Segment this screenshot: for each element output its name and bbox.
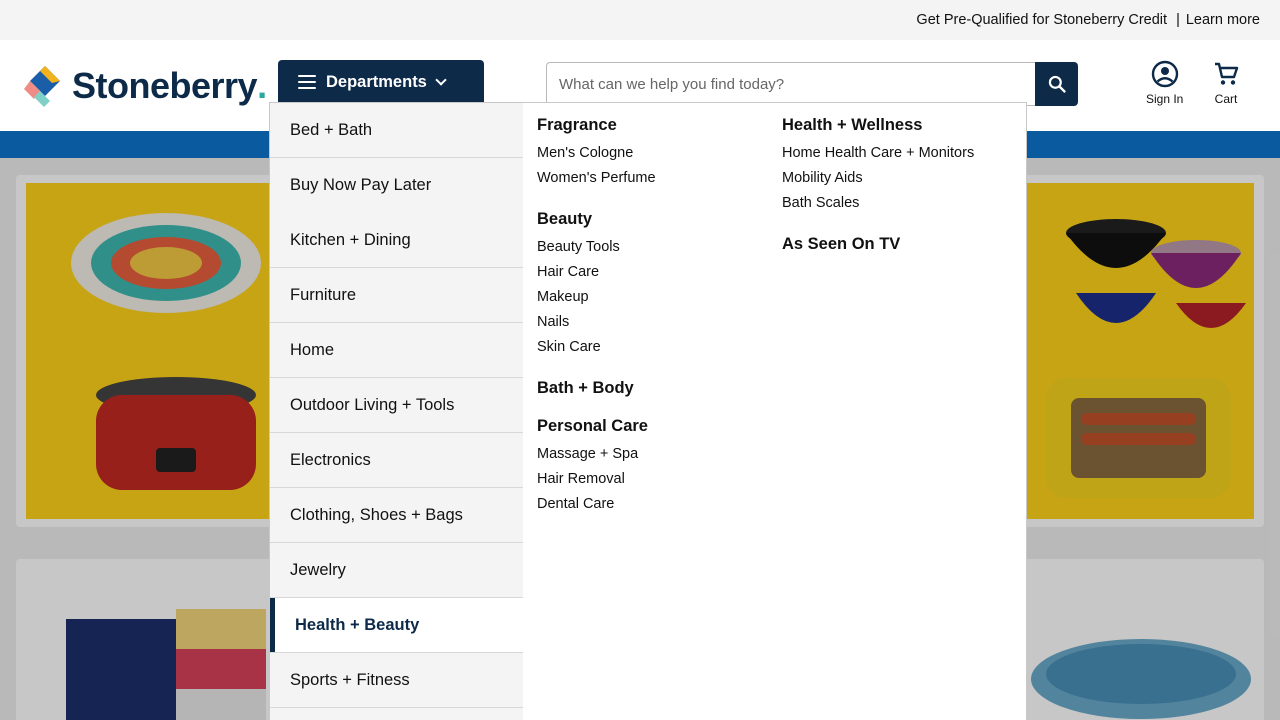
submenu-heading[interactable]: As Seen On TV [782, 234, 974, 254]
search-button[interactable] [1035, 62, 1078, 106]
dept-item-home[interactable]: Home [270, 323, 523, 378]
submenu-heading[interactable]: Bath + Body [537, 378, 656, 398]
submenu-link[interactable]: Skin Care [537, 335, 656, 360]
submenu-link[interactable]: Dental Care [537, 492, 656, 517]
dept-item-bed-bath[interactable]: Bed + Bath [270, 103, 523, 158]
dept-item-sports-fitness[interactable]: Sports + Fitness [270, 653, 523, 708]
search-icon [1048, 75, 1066, 93]
sign-in-button[interactable]: Sign In [1146, 60, 1183, 106]
dept-item-electronics[interactable]: Electronics [270, 433, 523, 488]
departments-label: Departments [326, 72, 427, 91]
logo-mark-icon [24, 66, 60, 107]
submenu-heading[interactable]: Fragrance [537, 115, 656, 135]
submenu-group-health-wellness: Health + Wellness Home Health Care + Mon… [782, 115, 974, 216]
dept-item-furniture[interactable]: Furniture [270, 268, 523, 323]
submenu-heading[interactable]: Beauty [537, 209, 656, 229]
submenu-link[interactable]: Bath Scales [782, 191, 974, 216]
cart-button[interactable]: Cart [1212, 60, 1240, 106]
submenu-heading[interactable]: Health + Wellness [782, 115, 974, 135]
submenu-group-personal-care: Personal Care Massage + Spa Hair Removal… [537, 416, 656, 517]
dept-item-outdoor-living-tools[interactable]: Outdoor Living + Tools [270, 378, 523, 433]
submenu-heading[interactable]: Personal Care [537, 416, 656, 436]
learn-more-link[interactable]: Learn more [1186, 12, 1260, 28]
hamburger-icon [298, 75, 316, 89]
promo-text: Get Pre-Qualified for Stoneberry Credit [916, 12, 1168, 28]
logo-text: Stoneberry [72, 65, 258, 106]
submenu-column-1: Fragrance Men's Cologne Women's Perfume … [537, 115, 656, 535]
submenu-link[interactable]: Home Health Care + Monitors [782, 141, 974, 166]
chevron-down-icon [435, 74, 447, 86]
submenu-link[interactable]: Makeup [537, 285, 656, 310]
dept-item-clothing-shoes-bags[interactable]: Clothing, Shoes + Bags [270, 488, 523, 543]
promo-bar: Get Pre-Qualified for Stoneberry Credit … [0, 0, 1280, 40]
cart-icon [1215, 62, 1239, 85]
departments-mega-menu: Bed + Bath Buy Now Pay Later Kitchen + D… [269, 102, 1027, 720]
dept-item-jewelry[interactable]: Jewelry [270, 543, 523, 598]
search-input[interactable] [546, 62, 1035, 106]
submenu-group-as-seen-on-tv: As Seen On TV [782, 234, 974, 254]
account-circle-icon [1151, 60, 1178, 88]
dept-item-health-beauty[interactable]: Health + Beauty [270, 598, 523, 653]
logo-dot: . [257, 65, 268, 106]
submenu-column-2: Health + Wellness Home Health Care + Mon… [782, 115, 974, 272]
submenu-link[interactable]: Massage + Spa [537, 442, 656, 467]
submenu-group-bath-body: Bath + Body [537, 378, 656, 398]
submenu-link[interactable]: Nails [537, 310, 656, 335]
promo-separator: | [1176, 12, 1180, 28]
departments-button[interactable]: Departments [278, 60, 484, 104]
dept-item-buy-now-pay-later[interactable]: Buy Now Pay Later [270, 158, 523, 213]
sign-in-label: Sign In [1146, 92, 1184, 106]
cart-label: Cart [1214, 92, 1238, 106]
dept-item-kitchen-dining[interactable]: Kitchen + Dining [270, 213, 523, 268]
search-bar [546, 62, 1078, 106]
submenu-link[interactable]: Hair Care [537, 260, 656, 285]
submenu-group-fragrance: Fragrance Men's Cologne Women's Perfume [537, 115, 656, 191]
department-list: Bed + Bath Buy Now Pay Later Kitchen + D… [270, 103, 523, 720]
submenu-group-beauty: Beauty Beauty Tools Hair Care Makeup Nai… [537, 209, 656, 360]
submenu-link[interactable]: Mobility Aids [782, 166, 974, 191]
stoneberry-logo[interactable]: Stoneberry. [24, 64, 267, 108]
submenu-link[interactable]: Beauty Tools [537, 235, 656, 260]
submenu-link[interactable]: Men's Cologne [537, 141, 656, 166]
submenu-link[interactable]: Hair Removal [537, 467, 656, 492]
submenu-link[interactable]: Women's Perfume [537, 166, 656, 191]
